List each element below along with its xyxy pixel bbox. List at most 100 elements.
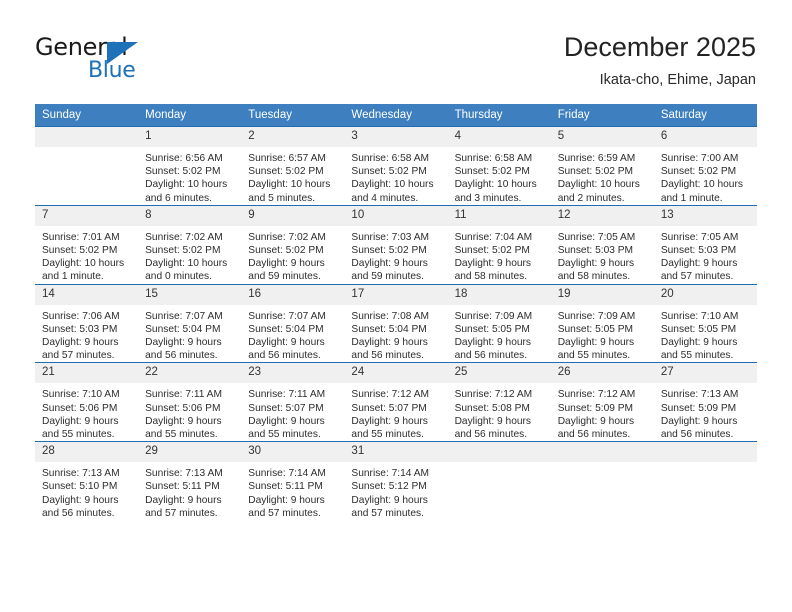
daylight-text-line2: and 1 minute. [660,192,723,204]
day-number: 5 [550,127,654,147]
calendar-day-cell[interactable]: 21 Sunrise: 7:10 AM Sunset: 5:06 PM Dayligh… [35,362,139,442]
daylight-text-line1: Daylight: 9 hours [42,337,119,349]
calendar-day-cell[interactable]: 29 Sunrise: 7:13 AM Sunset: 5:11 PM Dayligh… [138,441,242,521]
daylight-text-line1: Daylight: 9 hours [351,415,428,427]
sunrise-text: Sunrise: 7:05 AM [660,231,739,243]
sunset-text: Sunset: 5:02 PM [454,245,530,257]
daylight-text-line1: Daylight: 9 hours [660,258,738,270]
sunset-text: Sunset: 5:11 PM [248,481,323,493]
sunset-text: Sunset: 5:02 PM [145,245,221,257]
calendar-day-cell[interactable]: 23 Sunrise: 7:11 AM Sunset: 5:07 PM Dayligh… [241,362,345,442]
weekday-header-thursday: Thursday [447,104,551,127]
calendar-week-row: 1 Sunrise: 6:56 AM Sunset: 5:02 PM Daylight… [35,126,757,206]
sunset-text: Sunset: 5:02 PM [454,166,530,178]
calendar-day-cell[interactable]: 27 Sunrise: 7:13 AM Sunset: 5:09 PM Dayligh… [653,362,757,442]
calendar-day-cell[interactable]: 2 Sunrise: 6:57 AM Sunset: 5:02 PM Daylight… [241,126,345,206]
day-number [35,127,139,147]
daylight-text-line1: Daylight: 10 hours [660,179,743,191]
daylight-text-line2: and 57 minutes. [660,271,734,283]
calendar-day-cell[interactable]: 30 Sunrise: 7:14 AM Sunset: 5:11 PM Dayligh… [241,441,345,521]
sunrise-text: Sunrise: 7:13 AM [42,468,120,480]
day-number: 25 [447,363,551,384]
sunrise-text: Sunrise: 7:12 AM [557,389,636,401]
calendar-day-cell[interactable]: 10 Sunrise: 7:03 AM Sunset: 5:02 PM Dayligh… [344,204,448,285]
day-sun-info: Sunrise: 7:07 AM Sunset: 5:04 PM Daylight:… [241,305,344,363]
calendar-day-cell[interactable]: 6 Sunrise: 7:00 AM Sunset: 5:02 PM Daylight… [653,126,757,206]
sunset-text: Sunset: 5:10 PM [42,481,118,493]
sunset-text: Sunset: 5:02 PM [351,166,427,178]
calendar-day-cell[interactable]: 8 Sunrise: 7:02 AM Sunset: 5:02 PM Daylight… [138,204,242,285]
day-number: 31 [344,442,448,463]
calendar-day-cell[interactable]: 26 Sunrise: 7:12 AM Sunset: 5:09 PM Dayligh… [550,362,654,442]
sunset-text: Sunset: 5:02 PM [351,245,427,257]
calendar-day-cell[interactable]: 11 Sunrise: 7:04 AM Sunset: 5:02 PM Dayligh… [447,204,551,285]
daylight-text-line2: and 55 minutes. [42,429,115,441]
calendar-day-cell[interactable]: 1 Sunrise: 6:56 AM Sunset: 5:02 PM Daylight… [138,126,242,206]
daylight-text-line2: and 1 minute. [42,271,104,283]
daylight-text-line1: Daylight: 9 hours [660,415,738,427]
calendar-day-cell[interactable]: 31 Sunrise: 7:14 AM Sunset: 5:12 PM Dayligh… [344,441,448,521]
day-number: 17 [344,284,448,305]
calendar-day-cell[interactable]: 7 Sunrise: 7:01 AM Sunset: 5:02 PM Daylight… [35,204,139,285]
sunset-text: Sunset: 5:02 PM [145,166,221,178]
calendar-day-cell[interactable]: 9 Sunrise: 7:02 AM Sunset: 5:02 PM Daylight… [241,204,345,285]
day-sun-info: Sunrise: 7:01 AM Sunset: 5:02 PM Daylight:… [35,226,138,284]
sunset-text: Sunset: 5:04 PM [248,323,324,335]
calendar-day-cell[interactable]: 3 Sunrise: 6:58 AM Sunset: 5:02 PM Daylight… [344,126,448,206]
day-sun-info: Sunrise: 7:05 AM Sunset: 5:03 PM Daylight:… [654,226,757,284]
calendar-day-cell[interactable]: 25 Sunrise: 7:12 AM Sunset: 5:08 PM Dayligh… [447,362,551,442]
sunset-text: Sunset: 5:04 PM [145,323,221,335]
sunrise-text: Sunrise: 6:56 AM [145,153,223,164]
calendar-day-cell[interactable]: 19 Sunrise: 7:09 AM Sunset: 5:05 PM Dayligh… [550,283,654,363]
sunset-text: Sunset: 5:12 PM [351,481,427,493]
calendar-day-cell[interactable]: 18 Sunrise: 7:09 AM Sunset: 5:05 PM Dayligh… [447,283,551,363]
sunrise-text: Sunrise: 7:05 AM [557,231,636,243]
calendar-day-cell[interactable]: 16 Sunrise: 7:07 AM Sunset: 5:04 PM Dayligh… [241,283,345,363]
sunset-text: Sunset: 5:02 PM [660,166,737,178]
calendar-day-cell[interactable]: 28 Sunrise: 7:13 AM Sunset: 5:10 PM Dayligh… [35,441,139,521]
sunrise-text: Sunrise: 7:10 AM [660,310,739,322]
calendar-day-cell[interactable]: 13 Sunrise: 7:05 AM Sunset: 5:03 PM Dayligh… [653,204,757,285]
sunset-text: Sunset: 5:04 PM [351,323,427,335]
day-sun-info: Sunrise: 7:02 AM Sunset: 5:02 PM Daylight:… [138,226,241,284]
sunset-text: Sunset: 5:05 PM [660,323,737,335]
calendar-day-cell[interactable]: 20 Sunrise: 7:10 AM Sunset: 5:05 PM Dayligh… [653,283,757,363]
calendar-day-cell[interactable]: 14 Sunrise: 7:06 AM Sunset: 5:03 PM Dayligh… [35,283,139,363]
sunrise-text: Sunrise: 6:58 AM [454,153,533,164]
daylight-text-line1: Daylight: 10 hours [248,179,331,191]
calendar-day-cell[interactable]: 15 Sunrise: 7:07 AM Sunset: 5:04 PM Dayligh… [138,283,242,363]
daylight-text-line1: Daylight: 9 hours [660,337,738,349]
calendar-day-cell[interactable]: 12 Sunrise: 7:05 AM Sunset: 5:03 PM Dayligh… [550,204,654,285]
day-number: 8 [138,205,242,226]
day-sun-info: Sunrise: 7:13 AM Sunset: 5:09 PM Daylight:… [654,383,757,441]
daylight-text-line2: and 2 minutes. [557,192,625,204]
calendar-day-cell[interactable]: 17 Sunrise: 7:08 AM Sunset: 5:04 PM Dayligh… [344,283,448,363]
day-number: 1 [138,127,242,147]
sunrise-text: Sunrise: 7:11 AM [145,389,222,401]
daylight-text-line2: and 58 minutes. [454,271,528,283]
calendar-day-cell-empty [447,441,551,521]
sunrise-text: Sunrise: 6:57 AM [248,153,326,164]
calendar-day-cell-empty [653,441,757,521]
day-number: 13 [653,205,757,226]
day-number: 2 [241,127,345,147]
day-number: 24 [344,363,448,384]
daylight-text-line2: and 6 minutes. [145,192,212,204]
weekday-header-tuesday: Tuesday [241,104,345,127]
day-number: 23 [241,363,345,384]
day-sun-info: Sunrise: 7:11 AM Sunset: 5:06 PM Daylight:… [138,383,241,441]
day-number: 26 [550,363,654,384]
calendar-day-cell[interactable]: 24 Sunrise: 7:12 AM Sunset: 5:07 PM Dayligh… [344,362,448,442]
calendar-day-cell[interactable]: 4 Sunrise: 6:58 AM Sunset: 5:02 PM Daylight… [447,126,551,206]
calendar-day-cell[interactable]: 22 Sunrise: 7:11 AM Sunset: 5:06 PM Dayligh… [138,362,242,442]
daylight-text-line1: Daylight: 9 hours [351,258,428,270]
daylight-text-line1: Daylight: 10 hours [351,179,434,191]
daylight-text-line2: and 58 minutes. [557,271,631,283]
sunset-text: Sunset: 5:02 PM [557,166,634,178]
day-number: 9 [241,205,345,226]
sunrise-text: Sunrise: 7:07 AM [145,310,223,322]
sunrise-text: Sunrise: 7:13 AM [660,389,739,401]
calendar-day-cell[interactable]: 5 Sunrise: 6:59 AM Sunset: 5:02 PM Daylight… [550,126,654,206]
daylight-text-line2: and 57 minutes. [42,350,115,362]
sunset-text: Sunset: 5:06 PM [42,402,118,414]
